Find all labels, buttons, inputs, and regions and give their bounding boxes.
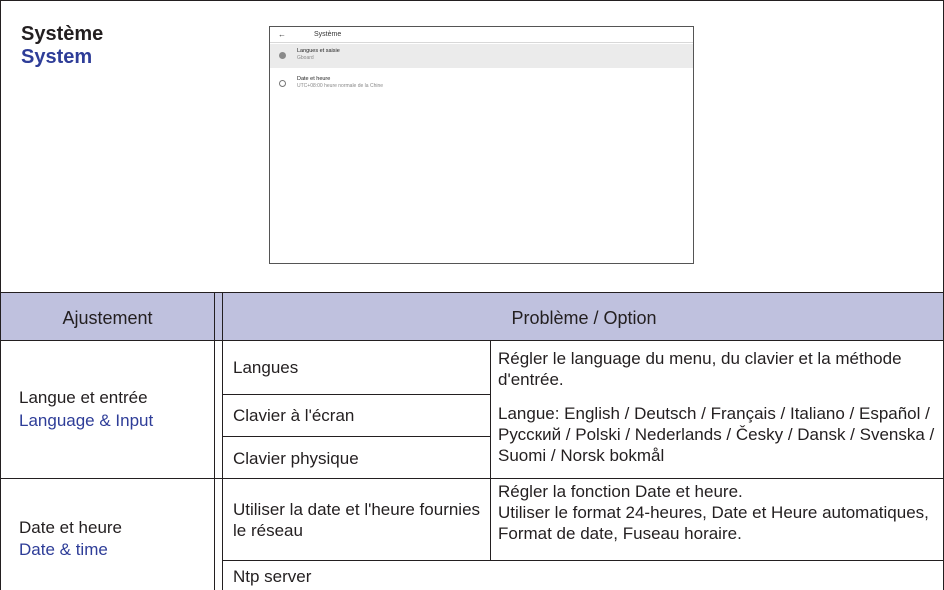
row-label-fr: Date et heure [19, 518, 123, 537]
section-title-fr: Système [21, 23, 104, 45]
option-item: Utiliser la date et l'heure fournies le … [233, 500, 481, 540]
column-divider [214, 293, 215, 590]
options-table: Ajustement Problème / Option Langue et e… [0, 293, 944, 590]
back-arrow-icon: ← [278, 30, 286, 39]
row-label-en: Language & Input [19, 411, 154, 430]
option-description: Régler le language du menu, du clavier e… [498, 349, 902, 389]
option-item: Clavier physique [233, 449, 359, 468]
screenshot-top-bar: ← Système [270, 27, 693, 43]
row-divider [223, 560, 944, 561]
row-divider [223, 394, 490, 395]
header-adjustment: Ajustement [62, 308, 153, 328]
table-header: Ajustement Problème / Option [1, 293, 943, 341]
screenshot-item-subtitle: UTC+08:00 heure normale de la Chine [297, 83, 384, 89]
screenshot-title: Système [314, 31, 342, 38]
option-languages: Langue: English / Deutsch / Français / I… [498, 404, 935, 465]
header-option: Problème / Option [511, 308, 657, 328]
screenshot-item-subtitle: Gboard [297, 55, 314, 61]
option-description: Utiliser le format 24-heures, Date et He… [498, 503, 929, 543]
screenshot-item-datetime: Date et heure UTC+08:00 heure normale de… [270, 72, 693, 96]
row-divider [1, 478, 944, 479]
section-title-en: System [21, 46, 93, 68]
screenshot-item-title: Date et heure [297, 76, 331, 82]
row-label-en: Date & time [19, 540, 108, 559]
row-label-fr: Langue et entrée [19, 388, 148, 407]
row-divider [223, 436, 490, 437]
option-item: Clavier à l'écran [233, 406, 355, 425]
screenshot-item-languages: Langues et saisie Gboard [270, 44, 693, 68]
clock-icon [279, 80, 286, 87]
option-item: Langues [233, 358, 299, 377]
option-description: Régler la fonction Date et heure. [498, 482, 743, 501]
globe-icon [279, 52, 286, 59]
option-item: Ntp server [233, 567, 312, 586]
screenshot-item-title: Langues et saisie [297, 48, 340, 54]
column-divider [490, 341, 491, 560]
settings-screenshot: ← Système Langues et saisie Gboard Date … [269, 26, 694, 264]
section-panel: Système System ← Système Langues et sais… [0, 0, 944, 293]
column-divider [222, 293, 223, 590]
